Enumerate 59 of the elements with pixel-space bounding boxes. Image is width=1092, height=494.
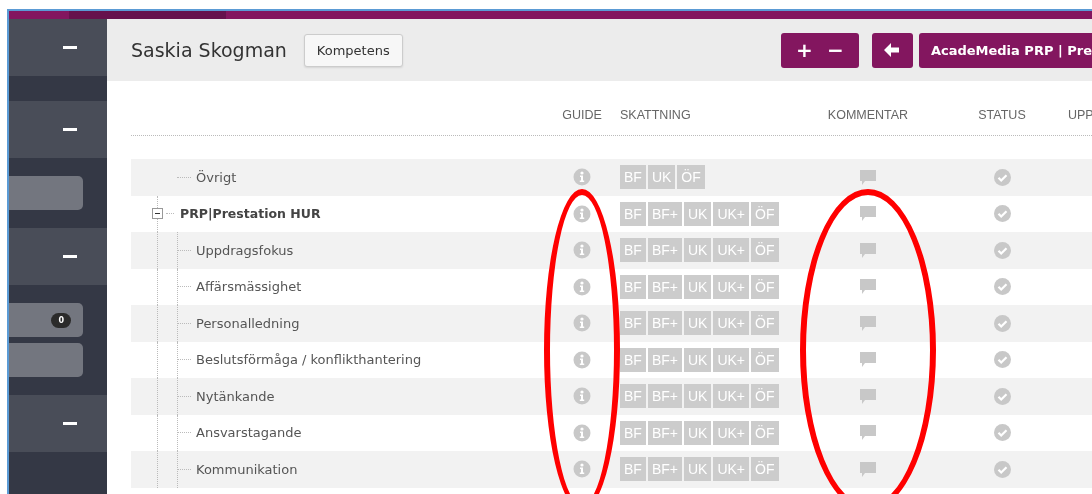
speech-bubble-icon[interactable] [859,387,877,405]
sidebar-section[interactable] [9,101,107,158]
sidebar-item[interactable]: 0 [9,303,83,337]
info-icon[interactable] [573,168,591,187]
info-icon[interactable] [573,460,591,479]
kompetens-button[interactable]: Kompetens [303,33,403,67]
check-circle-icon [993,168,1011,186]
sidebar-section[interactable] [9,228,107,285]
item-name[interactable]: Affärsmässighet [196,279,302,295]
program-menu-button[interactable]: AcadeMedia PRP | Pre [918,32,1092,68]
column-header: SKATTNING [619,108,692,122]
item-name[interactable]: Personalledning [196,315,300,331]
check-circle-icon [993,278,1011,296]
speech-bubble-icon[interactable] [859,168,877,186]
column-header: KOMMENTAR [827,108,909,122]
check-circle-icon [993,387,1011,405]
info-icon[interactable] [573,241,591,260]
item-name[interactable]: Beslutsförmåga / konflikthantering [196,352,422,368]
sidebar-item[interactable] [9,176,83,210]
item-name[interactable]: Nytänkande [196,388,275,404]
info-icon[interactable] [573,387,591,406]
minus-icon[interactable] [63,422,77,425]
item-name[interactable]: Kommunikation [196,461,298,477]
info-icon[interactable] [573,314,591,333]
left-arrow-icon[interactable] [884,43,901,57]
column-header: GUIDE [562,108,602,122]
item-name[interactable]: Övrigt [196,169,237,185]
sidebar-item[interactable] [9,343,83,377]
count-badge: 0 [51,312,71,328]
speech-bubble-icon[interactable] [859,351,877,369]
column-header: STATUS [977,108,1027,122]
info-icon[interactable] [573,277,591,296]
minus-icon[interactable] [63,46,77,49]
back-button[interactable] [871,32,913,68]
check-circle-icon [993,205,1011,223]
sidebar-section[interactable] [9,19,107,76]
check-circle-icon [993,241,1011,259]
speech-bubble-icon[interactable] [859,460,877,478]
check-circle-icon [993,351,1011,369]
speech-bubble-icon[interactable] [859,278,877,296]
speech-bubble-icon[interactable] [859,241,877,259]
item-name[interactable]: Uppdragsfokus [196,242,294,258]
sidebar-section[interactable] [9,395,107,452]
info-icon[interactable] [573,350,591,369]
speech-bubble-icon[interactable] [859,205,877,223]
person-name: Saskia Skogman [131,39,287,61]
info-icon[interactable] [573,423,591,442]
group-name[interactable]: PRP|Prestation HUR [180,206,321,222]
check-circle-icon [993,314,1011,332]
item-name[interactable]: Ansvarstagande [196,425,302,441]
zoom-button-group[interactable]: + − [780,32,859,68]
minus-icon[interactable] [63,128,77,131]
speech-bubble-icon[interactable] [859,314,877,332]
info-icon[interactable] [573,204,591,223]
collapse-toggle[interactable] [152,208,163,220]
minus-icon[interactable] [63,255,77,258]
check-circle-icon [993,424,1011,442]
speech-bubble-icon[interactable] [859,424,877,442]
check-circle-icon [993,460,1011,478]
